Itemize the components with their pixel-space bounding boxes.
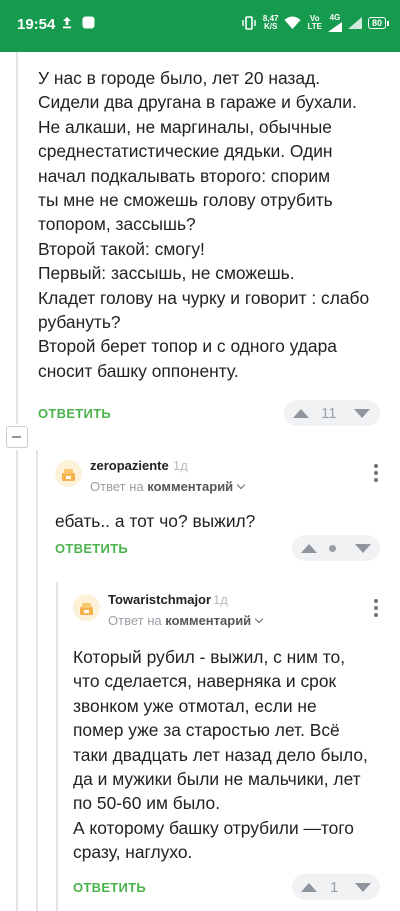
comment-time: 1д (173, 458, 188, 473)
comment-line: по 50-60 им было. (73, 793, 221, 814)
vote-widget: 11 (284, 400, 380, 426)
status-time: 19:54 (17, 16, 56, 33)
upvote-icon[interactable] (293, 408, 309, 418)
avatar[interactable] (55, 460, 82, 487)
vote-widget (292, 535, 380, 561)
status-bar: 19:54 8,47 K/S Vo LTE 4G 80 (0, 0, 400, 52)
comment-line: звонком уже отмотал, если не (73, 695, 317, 716)
network-4g: 4G (327, 14, 342, 32)
downvote-icon[interactable] (355, 882, 372, 892)
downvote-icon[interactable] (353, 408, 370, 418)
comment-line: Первый: зассышь, не сможешь. (38, 263, 295, 284)
comment-line: ебать.. а тот чо? выжил? (55, 511, 256, 531)
comment-time: 1д (213, 592, 228, 607)
downvote-icon[interactable] (355, 543, 371, 553)
reply-to-link[interactable]: Ответ на комментарий (90, 479, 246, 494)
reply-button[interactable]: ОТВЕТИТЬ (55, 541, 128, 556)
signal-icon-2 (347, 17, 362, 29)
comment-line: рубануть? (38, 312, 121, 333)
comment-line: топором, зассышь? (38, 214, 196, 235)
comment-author[interactable]: zeropaziente (90, 458, 169, 473)
more-options-icon[interactable] (374, 464, 378, 482)
thread-line-level-1b (16, 450, 18, 911)
vote-count: 11 (321, 404, 337, 422)
comment-body: ебать.. а тот чо? выжил? (55, 509, 255, 533)
thread-line-level-1 (16, 52, 18, 424)
comment-line: сносит башку оппоненту. (38, 360, 239, 381)
vote-widget: 1 (292, 874, 380, 900)
comment-line: сразу, наглухо. (73, 842, 193, 863)
comment-body: У нас в городе было, лет 20 назад. Сидели… (38, 66, 369, 383)
network-speed: 8,47 K/S (262, 14, 279, 31)
wifi-icon (284, 16, 301, 29)
comment-line: что сделается, наверняка и срок (73, 671, 337, 692)
network-type: Vo LTE (307, 14, 322, 31)
comment-line: Второй берет топор и с одного удара (38, 336, 337, 357)
comment-author[interactable]: Towaristchmajor (108, 592, 211, 607)
collapse-thread-button[interactable] (6, 426, 28, 448)
comment-line: помер уже за старостью лет. Всё (73, 720, 340, 741)
comment-line: среднестатистические дядьки. Один (38, 141, 333, 162)
comment-line: ты мне не сможешь голову отрубить (38, 190, 333, 211)
chevron-down-icon (254, 614, 264, 624)
default-avatar-icon (62, 469, 75, 481)
comment-line: У нас в городе было, лет 20 назад. (38, 68, 321, 88)
thread-line-level-2 (36, 450, 38, 911)
reply-button[interactable]: ОТВЕТИТЬ (38, 406, 111, 421)
reply-button[interactable]: ОТВЕТИТЬ (73, 880, 146, 895)
vibrate-icon (242, 16, 256, 30)
default-avatar-icon (80, 603, 93, 615)
signal-icon (327, 22, 342, 32)
reply-to-link[interactable]: Ответ на комментарий (108, 613, 264, 628)
vote-neutral-dot (329, 544, 336, 552)
more-options-icon[interactable] (374, 599, 378, 617)
comment-line: таки двадцать лет назад дело было, (73, 744, 368, 765)
comment-line: Не алкаши, не маргиналы, обычные (38, 116, 332, 137)
notification-app-icon (82, 16, 95, 29)
comment-line: начал подкалывать второго: спорим (38, 165, 331, 186)
upvote-icon[interactable] (301, 543, 317, 553)
upload-icon (63, 17, 71, 29)
avatar[interactable] (73, 594, 100, 621)
comment-line: Сидели два другана в гараже и бухали. (38, 92, 357, 113)
comment-line: Который рубил - выжил, с ним то, (73, 647, 346, 667)
chevron-down-icon (236, 480, 246, 490)
comment-line: А которому башку отрубили —того (73, 817, 354, 838)
comment-line: Кладет голову на чурку и говорит : слабо (38, 287, 370, 308)
comment-body: Который рубил - выжил, с ним то, что сдел… (73, 645, 368, 865)
comment-line: Второй такой: смогу! (38, 238, 205, 259)
thread-line-level-3 (56, 582, 58, 911)
upvote-icon[interactable] (301, 882, 317, 892)
comment-line: да и мужики были не мальчики, лет (73, 769, 361, 790)
battery-indicator: 80 (367, 17, 390, 29)
vote-count: 1 (330, 878, 339, 896)
